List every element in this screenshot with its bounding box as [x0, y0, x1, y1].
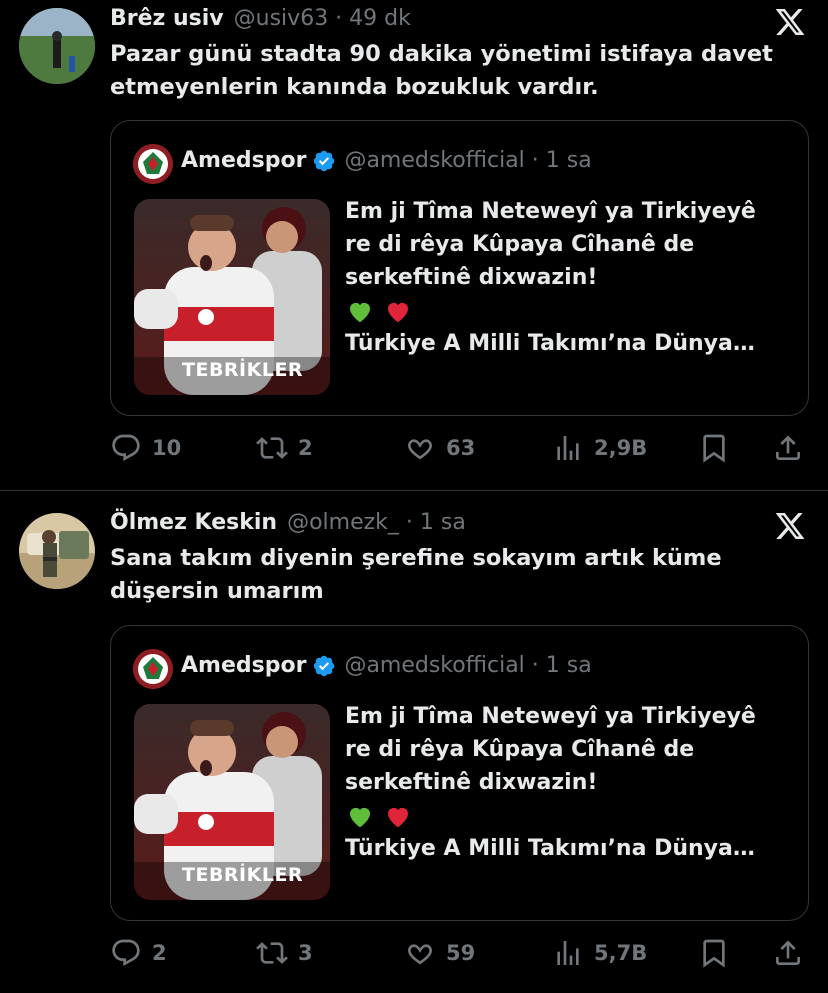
- share-icon: [776, 435, 800, 460]
- reply-icon: [112, 939, 140, 966]
- quoted-tweet[interactable]: Amedspor @amedskofficial · 1 sa TEBRİKLE…: [110, 625, 809, 921]
- quote-user-name[interactable]: Amedspor: [181, 148, 306, 173]
- like-count: 59: [446, 941, 476, 965]
- image-caption: TEBRİKLER: [182, 864, 304, 886]
- quote-text: Em ji Tîma Neteweyî ya Tirkiyeyê re di r…: [345, 199, 756, 290]
- repost-count: 2: [298, 436, 313, 460]
- like-button[interactable]: 59: [404, 933, 475, 973]
- verified-badge-icon: [314, 655, 335, 676]
- amedspor-logo: [133, 649, 173, 689]
- quote-text-block: Em ji Tîma Neteweyî ya Tirkiyeyê re di r…: [345, 195, 785, 360]
- views-count: 5,7B: [594, 941, 648, 965]
- emoji-row: [345, 799, 785, 832]
- share-icon: [776, 940, 800, 965]
- reply-button[interactable]: 10: [110, 428, 181, 468]
- green-heart-icon: [350, 807, 370, 827]
- repost-icon: [256, 437, 288, 459]
- share-button[interactable]: [772, 428, 814, 468]
- quoted-tweet[interactable]: Amedspor @amedskofficial · 1 sa TEBRİKLE…: [110, 120, 809, 416]
- quote-text-continued: Türkiye A Milli Takımı’na Dünya…: [345, 836, 755, 861]
- tweet-header: Brêz usiv @usiv63 · 49 dk: [110, 6, 411, 31]
- image-caption: TEBRİKLER: [182, 359, 304, 381]
- red-heart-icon: [388, 807, 408, 827]
- like-button[interactable]: 63: [404, 428, 475, 468]
- views-button[interactable]: 5,7B: [552, 933, 647, 973]
- tweet-text: Pazar günü stadta 90 dakika yönetimi ist…: [110, 41, 773, 100]
- bookmark-icon: [703, 939, 725, 968]
- reply-icon: [112, 434, 140, 461]
- user-name[interactable]: Brêz usiv: [110, 6, 224, 31]
- quote-text-block: Em ji Tîma Neteweyî ya Tirkiyeyê re di r…: [345, 700, 785, 865]
- bookmark-button[interactable]: [698, 933, 740, 973]
- green-heart-icon: [350, 302, 370, 322]
- user-handle[interactable]: @usiv63 · 49 dk: [234, 6, 411, 31]
- share-button[interactable]: [772, 933, 814, 973]
- reply-button[interactable]: 2: [110, 933, 167, 973]
- quote-user-handle[interactable]: @amedskofficial · 1 sa: [344, 653, 591, 678]
- x-logo-icon: [775, 513, 805, 539]
- tweet-actions: 2 3 59 5,7B: [110, 933, 810, 973]
- emoji-row: [345, 294, 785, 327]
- repost-count: 3: [298, 941, 313, 965]
- quote-media-image[interactable]: TEBRİKLER: [134, 199, 330, 395]
- quote-text: Em ji Tîma Neteweyî ya Tirkiyeyê re di r…: [345, 704, 756, 795]
- quote-header: Amedspor @amedskofficial · 1 sa: [181, 653, 592, 678]
- like-icon: [408, 439, 432, 460]
- avatar[interactable]: [19, 8, 95, 84]
- repost-button[interactable]: 3: [256, 933, 313, 973]
- tweet-header: Ölmez Keskin @olmezk_ · 1 sa: [110, 510, 466, 535]
- like-count: 63: [446, 436, 476, 460]
- views-icon: [557, 941, 579, 965]
- red-heart-icon: [388, 302, 408, 322]
- views-icon: [557, 436, 579, 460]
- repost-button[interactable]: 2: [256, 428, 313, 468]
- x-logo-icon: [775, 9, 805, 35]
- like-icon: [408, 944, 432, 965]
- amedspor-logo: [133, 144, 173, 184]
- reply-count: 10: [152, 436, 182, 460]
- tweet-actions: 10 2 63 2,9B: [110, 428, 810, 468]
- quote-user-name[interactable]: Amedspor: [181, 653, 306, 678]
- repost-icon: [256, 942, 288, 964]
- quote-header: Amedspor @amedskofficial · 1 sa: [181, 148, 592, 173]
- tweet-text: Sana takım diyenin şerefine sokayım artı…: [110, 545, 722, 604]
- tweet[interactable]: Ölmez Keskin @olmezk_ · 1 sa Sana takım …: [0, 491, 828, 993]
- quote-user-handle[interactable]: @amedskofficial · 1 sa: [344, 148, 591, 173]
- views-count: 2,9B: [594, 436, 648, 460]
- tweet[interactable]: Brêz usiv @usiv63 · 49 dk Pazar günü sta…: [0, 0, 828, 490]
- user-handle[interactable]: @olmezk_ · 1 sa: [287, 510, 466, 535]
- verified-badge-icon: [314, 150, 335, 171]
- views-button[interactable]: 2,9B: [552, 428, 647, 468]
- reply-count: 2: [152, 941, 167, 965]
- user-name[interactable]: Ölmez Keskin: [110, 510, 277, 535]
- bookmark-button[interactable]: [698, 428, 740, 468]
- bookmark-icon: [703, 434, 725, 463]
- quote-media-image[interactable]: TEBRİKLER: [134, 704, 330, 900]
- quote-text-continued: Türkiye A Milli Takımı’na Dünya…: [345, 331, 755, 356]
- avatar[interactable]: [19, 513, 95, 589]
